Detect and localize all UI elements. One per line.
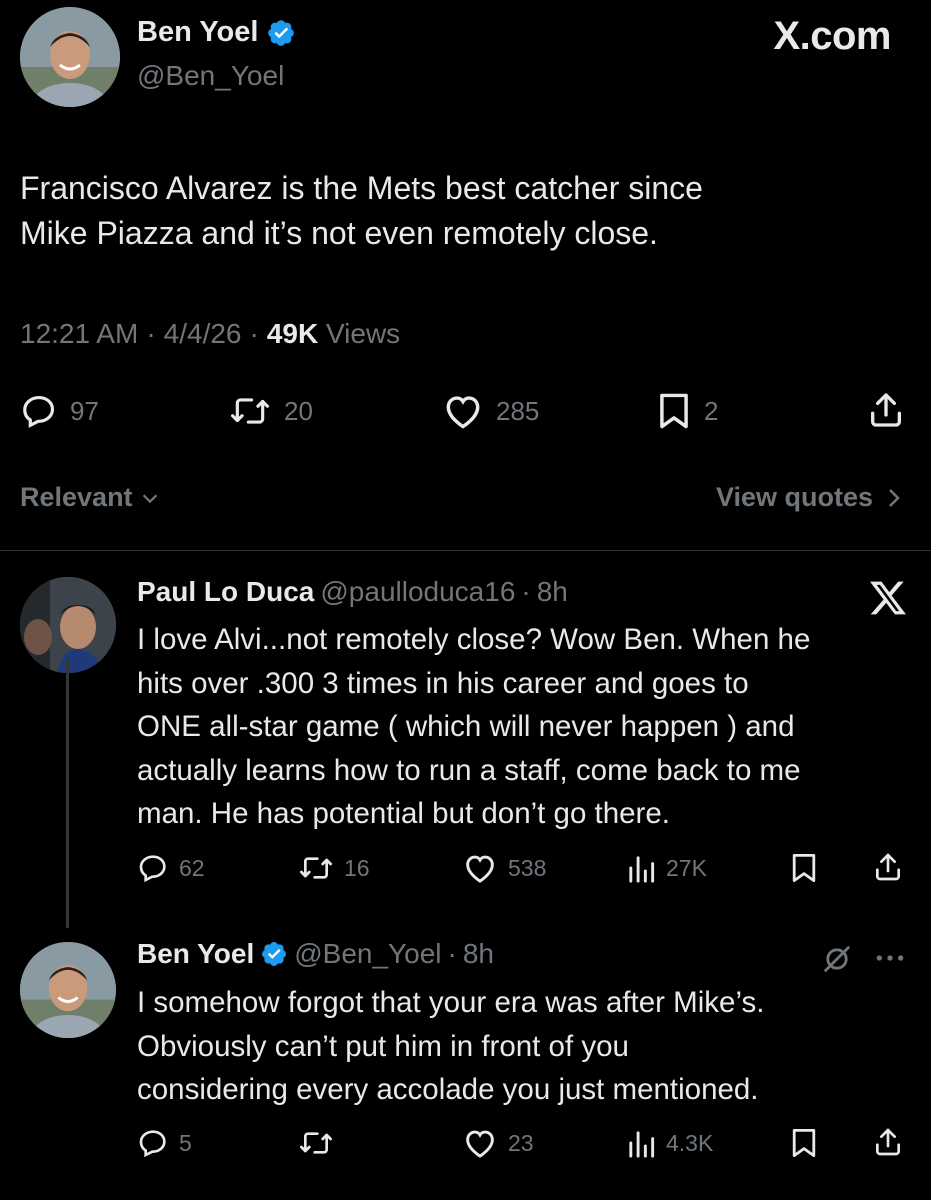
reply-line: man. He has potential but don’t go there… — [137, 797, 670, 830]
bookmark-button[interactable] — [790, 852, 818, 884]
reply-count: 97 — [70, 395, 99, 426]
sort-label: Relevant — [20, 482, 133, 512]
bookmark-icon — [792, 854, 816, 882]
x-com-watermark: X.com — [773, 14, 891, 58]
reply-button[interactable]: 5 — [137, 1127, 192, 1159]
reply-line: considering every accolade you just ment… — [137, 1073, 759, 1106]
more-options-button[interactable] — [874, 944, 906, 979]
reply-author-avatar[interactable] — [20, 942, 116, 1038]
reply-line: hits over .300 3 times in his career and… — [137, 666, 749, 700]
bookmark-button[interactable]: 2 — [656, 392, 718, 430]
like-button[interactable]: 23 — [462, 1127, 534, 1159]
like-button[interactable]: 538 — [462, 852, 546, 884]
reply-author-handle[interactable]: @Ben_Yoel — [294, 938, 441, 970]
reply-line: Obviously can’t put him in front of you — [137, 1029, 629, 1063]
reply-text: I somehow forgot that your era was after… — [137, 981, 917, 1112]
reply-count: 62 — [179, 854, 205, 881]
views-icon — [629, 856, 655, 883]
views-count: 27K — [666, 854, 707, 881]
meta-separator: · — [249, 318, 259, 349]
reply-icon — [23, 395, 55, 428]
thread-connector — [66, 660, 69, 928]
more-icon — [876, 955, 904, 961]
repost-button[interactable] — [298, 1127, 344, 1159]
views-button[interactable]: 27K — [626, 852, 707, 884]
main-tweet-text: Francisco Alvarez is the Mets best catch… — [20, 166, 900, 256]
reply-line: I somehow forgot that your era was after… — [137, 986, 765, 1019]
view-quotes-label: View quotes — [715, 482, 873, 512]
muted-icon — [824, 946, 850, 972]
bookmark-button[interactable] — [790, 1127, 818, 1159]
verified-badge-icon — [268, 19, 295, 46]
reply-icon — [139, 855, 166, 883]
repost-icon — [300, 1132, 332, 1154]
sort-dropdown[interactable]: Relevant — [20, 482, 161, 513]
main-author-handle[interactable]: @Ben_Yoel — [137, 60, 284, 92]
tweet-time[interactable]: 12:21 AM — [20, 318, 138, 350]
share-button[interactable] — [866, 390, 906, 430]
view-quotes-link[interactable]: View quotes — [716, 482, 903, 513]
reply-author-avatar[interactable] — [20, 577, 116, 673]
reply-age[interactable]: 8h — [463, 938, 494, 970]
reply-header: Paul Lo Duca @paulloduca16 · 8h — [137, 576, 568, 608]
meta-separator: · — [521, 576, 531, 607]
reply-text: I love Alvi...not remotely close? Wow Be… — [137, 618, 917, 836]
bookmark-icon — [792, 1128, 816, 1157]
reply-line: actually learns how to run a staff, come… — [137, 753, 801, 787]
share-icon — [871, 393, 901, 427]
main-author-avatar[interactable] — [20, 7, 120, 107]
repost-button[interactable]: 20 — [228, 392, 313, 430]
like-button[interactable]: 285 — [442, 392, 539, 430]
like-icon — [466, 1130, 494, 1158]
share-icon — [876, 1128, 900, 1156]
reply-line: ONE all-star game ( which will never hap… — [137, 710, 795, 743]
reply-author-handle[interactable]: @paulloduca16 — [320, 576, 515, 608]
reply-count: 5 — [179, 1129, 192, 1156]
main-tweet-line: Mike Piazza and it’s not even remotely c… — [20, 215, 658, 251]
main-author-name-row[interactable]: Ben Yoel — [137, 16, 296, 49]
section-divider — [0, 550, 931, 551]
like-count: 23 — [508, 1129, 534, 1156]
reply-author-name[interactable]: Ben Yoel — [137, 938, 254, 970]
share-button[interactable] — [872, 850, 904, 884]
like-icon — [446, 396, 480, 429]
reply-button[interactable]: 97 — [20, 392, 99, 430]
meta-separator: · — [447, 938, 457, 969]
reply-age[interactable]: 8h — [537, 576, 568, 608]
views-button[interactable]: 4.3K — [626, 1127, 713, 1159]
like-icon — [466, 855, 494, 883]
reply-header: Ben Yoel @Ben_Yoel · 8h — [137, 938, 494, 970]
reply-icon — [139, 1130, 166, 1158]
like-count: 538 — [508, 854, 547, 881]
like-count: 285 — [496, 395, 540, 426]
share-icon — [876, 853, 900, 881]
repost-button[interactable]: 16 — [298, 852, 370, 884]
main-tweet-meta: 12:21 AM · 4/4/26 · 49K Views — [20, 318, 400, 350]
reply-button[interactable]: 62 — [137, 852, 205, 884]
repost-count: 16 — [344, 854, 370, 881]
views-icon — [629, 1131, 655, 1158]
share-button[interactable] — [872, 1125, 904, 1159]
views-label: Views — [325, 318, 401, 349]
main-tweet-line: Francisco Alvarez is the Mets best catch… — [20, 170, 703, 206]
repost-icon — [230, 398, 269, 424]
bookmark-count: 2 — [704, 395, 719, 426]
views-count: 4.3K — [666, 1129, 714, 1156]
verified-badge-icon — [262, 942, 287, 966]
repost-icon — [300, 857, 332, 879]
repost-count: 20 — [284, 395, 313, 426]
bookmark-icon — [660, 393, 688, 429]
views-count: 49K — [266, 318, 319, 349]
chevron-down-icon — [142, 493, 157, 503]
reply-author-name[interactable]: Paul Lo Duca — [137, 576, 314, 608]
main-author-name[interactable]: Ben Yoel — [137, 16, 258, 49]
x-logo-icon — [870, 581, 906, 615]
tweet-date[interactable]: 4/4/26 — [164, 318, 242, 350]
meta-separator: · — [146, 318, 156, 349]
reply-line: I love Alvi...not remotely close? Wow Be… — [137, 623, 811, 656]
chevron-right-icon — [889, 488, 900, 507]
